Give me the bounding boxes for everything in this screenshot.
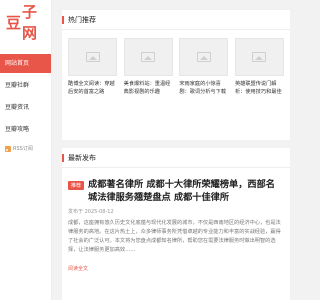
rss-link[interactable]: RSS订阅 (0, 145, 51, 152)
hot-card-title[interactable]: 宋雨家庭的小惊喜剧：歌词分析与下载指南 (179, 80, 228, 96)
image-placeholder-icon (141, 52, 156, 62)
read-more-link[interactable]: 阅读全文 (68, 265, 88, 272)
image-placeholder-icon (196, 52, 211, 62)
sidebar-item-community[interactable]: 豆瓣社群 (0, 76, 51, 95)
sidebar-nav: 网站首页 豆瓣社群 豆瓣资讯 豆瓣攻略 (0, 54, 51, 139)
hot-card[interactable]: 美食爆料站：重温经典影视剧的乐趣 (123, 38, 173, 96)
hot-card[interactable]: 酷博全文阅读：穿越后安的首富之路 (68, 38, 117, 96)
hot-card-thumbnail[interactable] (68, 38, 117, 76)
article-date: 发布于 2025-08-12 (68, 209, 114, 215)
hot-card[interactable]: 英雄联盟传说门解析：使用技巧和最佳英雄推荐 (234, 38, 284, 96)
hot-panel: 热门推荐 酷博全文阅读：穿越后安的首富之路 美食爆料站：重温经典影视剧的乐趣 宋… (62, 10, 290, 140)
logo-prefix: 豆 (6, 13, 23, 32)
hot-panel-title: 热门推荐 (62, 10, 290, 30)
hot-card-thumbnail[interactable] (179, 38, 229, 76)
logo-rest: 子网 (22, 3, 39, 42)
main-content: 热门推荐 酷博全文阅读：穿越后安的首富之路 美食爆料站：重温经典影视剧的乐趣 宋… (52, 0, 300, 300)
hot-card-title[interactable]: 酷博全文阅读：穿越后安的首富之路 (68, 80, 117, 96)
article-header: 推荐 成都著名律所 成都十大律所荣耀榜单，西部名城法律服务翘楚盘点 成都十佳律所 (68, 178, 284, 204)
rss-icon (5, 145, 11, 152)
sidebar-item-home[interactable]: 网站首页 (0, 54, 51, 73)
hot-card-title[interactable]: 美食爆料站：重温经典影视剧的乐趣 (124, 80, 173, 96)
latest-panel: 最新发布 推荐 成都著名律所 成都十大律所荣耀榜单，西部名城法律服务翘楚盘点 成… (62, 148, 290, 300)
article-excerpt: 成都，这座拥有悠久历史文化底蕴与现代化发展的城市，不仅是西南地区的经济中心，也是… (68, 220, 281, 253)
hot-card-thumbnail[interactable] (234, 38, 284, 76)
hot-card-title[interactable]: 英雄联盟传说门解析：使用技巧和最佳英雄推荐 (235, 80, 284, 96)
recommend-badge: 推荐 (68, 181, 85, 190)
site-logo[interactable]: 豆子网 (0, 0, 51, 44)
image-placeholder-icon (252, 52, 267, 62)
article-item: 推荐 成都著名律所 成都十大律所荣耀榜单，西部名城法律服务翘楚盘点 成都十佳律所… (62, 168, 290, 274)
image-placeholder-icon (85, 52, 100, 62)
sidebar: 豆子网 网站首页 豆瓣社群 豆瓣资讯 豆瓣攻略 RSS订阅 (0, 0, 52, 300)
hot-card[interactable]: 宋雨家庭的小惊喜剧：歌词分析与下载指南 (179, 38, 229, 96)
sidebar-item-news[interactable]: 豆瓣资讯 (0, 98, 51, 117)
article-title[interactable]: 成都著名律所 成都十大律所荣耀榜单，西部名城法律服务翘楚盘点 成都十佳律所 (88, 178, 284, 204)
page: 豆子网 网站首页 豆瓣社群 豆瓣资讯 豆瓣攻略 RSS订阅 热门推荐 酷博全文阅… (0, 0, 300, 300)
hot-card-thumbnail[interactable] (123, 38, 173, 76)
latest-panel-title: 最新发布 (62, 148, 290, 168)
sidebar-item-guides[interactable]: 豆瓣攻略 (0, 120, 51, 139)
hot-cards: 酷博全文阅读：穿越后安的首富之路 美食爆料站：重温经典影视剧的乐趣 宋雨家庭的小… (62, 30, 290, 96)
rss-label: RSS订阅 (13, 146, 33, 152)
